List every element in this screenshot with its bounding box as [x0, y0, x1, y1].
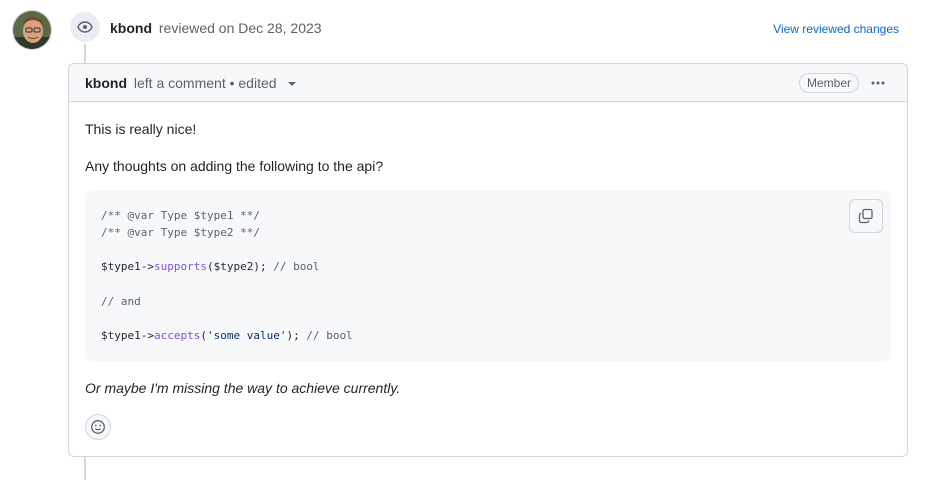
- event-author[interactable]: kbond: [110, 20, 152, 36]
- copy-code-button[interactable]: [849, 199, 883, 233]
- comment-paragraph: Or maybe I'm missing the way to achieve …: [85, 380, 401, 396]
- avatar[interactable]: [12, 10, 52, 50]
- kebab-horizontal-icon: [871, 81, 885, 85]
- member-badge: Member: [798, 73, 859, 93]
- code-token: accepts: [153, 329, 201, 342]
- code-line: // and: [101, 295, 141, 308]
- comment-paragraph: Any thoughts on adding the following to …: [85, 158, 384, 174]
- smiley-icon: [91, 420, 105, 434]
- copy-icon: [858, 208, 873, 224]
- code-line: /** @var Type $type1 **/: [101, 209, 260, 222]
- code-token: // bool: [266, 260, 320, 273]
- comment-paragraph: This is really nice!: [85, 121, 197, 137]
- comment-box: kbond left a comment • edited Member Thi…: [68, 63, 908, 457]
- comment-action[interactable]: left a comment • edited: [134, 75, 277, 91]
- code-line: /** @var Type $type2 **/: [101, 226, 260, 239]
- comment-author[interactable]: kbond: [85, 75, 127, 91]
- review-event-badge: [70, 12, 100, 42]
- code-token: );: [286, 329, 300, 342]
- code-token: supports: [153, 260, 207, 273]
- code-line: $type1->supports($type2); // bool: [101, 260, 320, 273]
- code-token: $type1->: [101, 329, 154, 342]
- comment-header-text: kbond left a comment • edited: [85, 75, 297, 91]
- add-reaction-button[interactable]: [85, 414, 111, 440]
- code-token: 'some value': [206, 329, 287, 342]
- eye-icon: [77, 21, 93, 33]
- comment-options-button[interactable]: [867, 72, 889, 94]
- review-event-text: kbond reviewed on Dec 28, 2023: [110, 20, 322, 36]
- code-token: // bool: [299, 329, 353, 342]
- avatar-image: [13, 11, 51, 49]
- comment-header: kbond left a comment • edited Member: [69, 64, 907, 102]
- view-reviewed-changes-link[interactable]: View reviewed changes: [773, 22, 899, 36]
- code-token: ($type2);: [206, 260, 267, 273]
- code-token: (: [200, 329, 207, 342]
- code-token: $type1->: [101, 260, 154, 273]
- event-action: reviewed on Dec 28, 2023: [158, 20, 322, 36]
- code-block: /** @var Type $type1 **/ /** @var Type $…: [85, 191, 891, 361]
- code-line: $type1->accepts('some value'); // bool: [101, 329, 353, 342]
- edited-dropdown-icon[interactable]: [288, 82, 297, 87]
